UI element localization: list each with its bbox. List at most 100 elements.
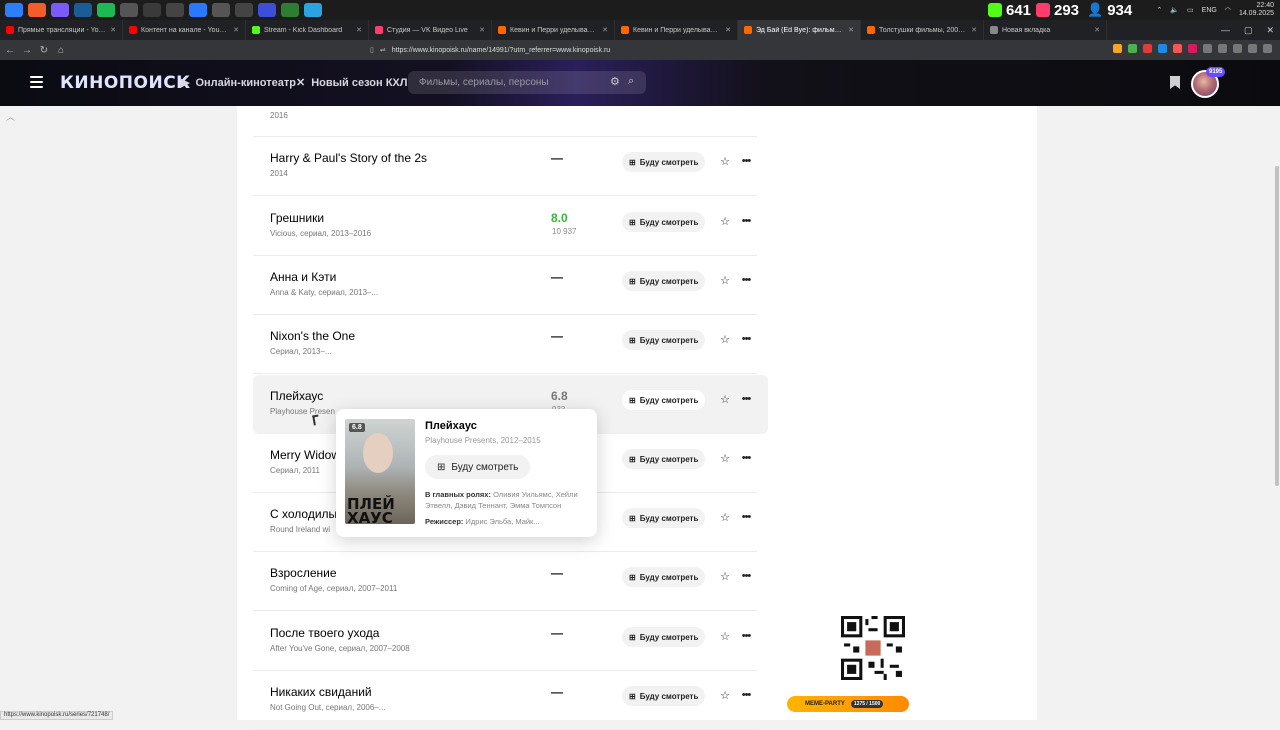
popup-watch-later-button[interactable]: ⊞ Буду смотреть bbox=[425, 455, 531, 479]
windows-icon[interactable] bbox=[5, 3, 23, 17]
tab-close-icon[interactable]: ✕ bbox=[1094, 26, 1100, 34]
browser-tab[interactable]: Толстушки фильмы, 2004, дата вых ✕ bbox=[861, 20, 984, 40]
watch-later-button[interactable]: ⊞ Буду смотреть bbox=[622, 390, 706, 410]
browser-tab[interactable]: Кевин и Перри уделывают всех фи ✕ bbox=[615, 20, 738, 40]
film-title[interactable]: Плейхаус bbox=[270, 389, 323, 403]
watch-later-button[interactable]: ⊞ Буду смотреть bbox=[622, 271, 706, 291]
kinopoisk-logo[interactable]: КИНОПОИСК bbox=[60, 73, 191, 93]
more-options-icon[interactable]: ••• bbox=[739, 274, 753, 288]
telegram-icon[interactable] bbox=[304, 3, 322, 17]
tab-close-icon[interactable]: ✕ bbox=[356, 26, 362, 34]
film-title[interactable]: С холодилы bbox=[270, 507, 337, 521]
film-title[interactable]: Взросление bbox=[270, 566, 337, 580]
volume-icon[interactable]: 🔈 bbox=[1170, 6, 1179, 14]
browser-tab[interactable]: Stream - Kick Dashboard ✕ bbox=[246, 20, 369, 40]
menu-icon[interactable] bbox=[1263, 44, 1272, 53]
film-row[interactable]: Никаких свиданий Not Going Out, сериал, 2… bbox=[253, 671, 757, 730]
language-indicator[interactable]: ENG bbox=[1202, 7, 1217, 14]
film-row[interactable]: Грешники Vicious, сериал, 2013–2016 8.0 10 … bbox=[253, 197, 757, 256]
extension-icon[interactable] bbox=[1158, 44, 1167, 53]
more-options-icon[interactable]: ••• bbox=[739, 452, 753, 466]
watch-later-button[interactable]: ⊞ Буду смотреть bbox=[622, 686, 706, 706]
tab-close-icon[interactable]: ✕ bbox=[233, 26, 239, 34]
star-icon[interactable]: ☆ bbox=[718, 215, 732, 229]
more-options-icon[interactable]: ••• bbox=[739, 570, 753, 584]
extension-icon[interactable] bbox=[1113, 44, 1122, 53]
app-icon[interactable] bbox=[189, 3, 207, 17]
star-icon[interactable]: ☆ bbox=[718, 333, 732, 347]
star-icon[interactable]: ☆ bbox=[718, 274, 732, 288]
steam-icon[interactable] bbox=[74, 3, 92, 17]
chevron-up-icon[interactable]: ︿ bbox=[6, 110, 15, 123]
watch-later-button[interactable]: ⊞ Буду смотреть bbox=[622, 212, 706, 232]
film-title[interactable]: Harry & Paul's Story of the 2s bbox=[270, 151, 427, 165]
watch-later-button[interactable]: ⊞ Буду смотреть bbox=[622, 508, 706, 528]
extension-icon[interactable] bbox=[1128, 44, 1137, 53]
watch-later-button[interactable]: ⊞ Буду смотреть bbox=[622, 449, 706, 469]
extension-icon[interactable] bbox=[1218, 44, 1227, 53]
film-row[interactable]: Nixon's the One Сериал, 2013–... — ⊞ Буду см… bbox=[253, 315, 757, 374]
app-icon[interactable] bbox=[235, 3, 253, 17]
forward-icon[interactable]: → bbox=[20, 45, 34, 56]
more-options-icon[interactable]: ••• bbox=[739, 511, 753, 525]
browser-tab[interactable]: Студия — VK Видео Live ✕ bbox=[369, 20, 492, 40]
extension-icon[interactable] bbox=[1203, 44, 1212, 53]
app-icon[interactable] bbox=[51, 3, 69, 17]
app-icon[interactable] bbox=[212, 3, 230, 17]
spotify-icon[interactable] bbox=[97, 3, 115, 17]
film-title[interactable]: Merry Widow bbox=[270, 448, 340, 462]
watch-later-button[interactable]: ⊞ Буду смотреть bbox=[622, 627, 706, 647]
more-options-icon[interactable]: ••• bbox=[739, 393, 753, 407]
more-options-icon[interactable]: ••• bbox=[739, 689, 753, 703]
tab-close-icon[interactable]: ✕ bbox=[479, 26, 485, 34]
tab-close-icon[interactable]: ✕ bbox=[848, 26, 854, 34]
close-icon[interactable]: ✕ bbox=[1266, 25, 1274, 36]
tab-close-icon[interactable]: ✕ bbox=[602, 26, 608, 34]
extension-icon[interactable] bbox=[1248, 44, 1257, 53]
back-icon[interactable]: ← bbox=[3, 45, 17, 56]
browser-tab[interactable]: Прямые трансляции - YouTube Stu✕ bbox=[0, 20, 123, 40]
maximize-icon[interactable]: ▢ bbox=[1244, 25, 1253, 36]
scrollbar-thumb[interactable] bbox=[1275, 166, 1279, 486]
chevron-up-icon[interactable]: ⌃ bbox=[1156, 6, 1162, 14]
home-icon[interactable]: ⌂ bbox=[54, 45, 68, 56]
more-options-icon[interactable]: ••• bbox=[739, 630, 753, 644]
film-title[interactable]: Nixon's the One bbox=[270, 329, 355, 343]
brave-icon[interactable] bbox=[28, 3, 46, 17]
more-options-icon[interactable]: ••• bbox=[739, 333, 753, 347]
wifi-icon[interactable]: ◠ bbox=[1225, 6, 1231, 14]
film-title[interactable]: После твоего ухода bbox=[270, 626, 379, 640]
star-icon[interactable]: ☆ bbox=[718, 689, 732, 703]
film-title[interactable]: Никаких свиданий bbox=[270, 685, 372, 699]
bookmark-page-icon[interactable]: ▯ bbox=[370, 46, 374, 54]
film-title[interactable]: Анна и Кэти bbox=[270, 270, 336, 284]
film-row[interactable]: 2016 bbox=[253, 78, 757, 137]
watch-later-button[interactable]: ⊞ Буду смотреть bbox=[622, 152, 706, 172]
star-icon[interactable]: ☆ bbox=[718, 393, 732, 407]
film-row[interactable]: Взросление Coming of Age, сериал, 2007–20… bbox=[253, 552, 757, 611]
scrollbar[interactable] bbox=[1273, 106, 1280, 720]
watch-later-button[interactable]: ⊞ Буду смотреть bbox=[622, 330, 706, 350]
star-icon[interactable]: ☆ bbox=[718, 511, 732, 525]
minimize-icon[interactable]: — bbox=[1221, 25, 1230, 35]
browser-tab[interactable]: Контент на канале - YouTube Studio ✕ bbox=[123, 20, 246, 40]
film-row[interactable]: После твоего ухода After You've Gone, сер… bbox=[253, 612, 757, 671]
film-row[interactable]: Harry & Paul's Story of the 2s 2014 — ⊞ Буду… bbox=[253, 137, 757, 196]
star-icon[interactable]: ☆ bbox=[718, 155, 732, 169]
extension-icon[interactable] bbox=[1233, 44, 1242, 53]
browser-tab[interactable]: Кевин и Перри уделывают всех / K ✕ bbox=[492, 20, 615, 40]
tab-close-icon[interactable]: ✕ bbox=[725, 26, 731, 34]
more-options-icon[interactable]: ••• bbox=[739, 215, 753, 229]
app-icon[interactable] bbox=[120, 3, 138, 17]
menu-icon[interactable] bbox=[30, 76, 43, 88]
tab-close-icon[interactable]: ✕ bbox=[971, 26, 977, 34]
extension-icon[interactable] bbox=[1143, 44, 1152, 53]
browser-tab[interactable]: Эд Бай (Ed Bye): фильмы, биогр ✕ bbox=[738, 20, 861, 40]
film-title[interactable]: Грешники bbox=[270, 211, 324, 225]
app-icon[interactable] bbox=[166, 3, 184, 17]
app-icon[interactable] bbox=[281, 3, 299, 17]
app-icon[interactable] bbox=[143, 3, 161, 17]
reload-icon[interactable]: ↻ bbox=[37, 45, 51, 56]
extension-icon[interactable] bbox=[1188, 44, 1197, 53]
tab-close-icon[interactable]: ✕ bbox=[110, 26, 116, 34]
